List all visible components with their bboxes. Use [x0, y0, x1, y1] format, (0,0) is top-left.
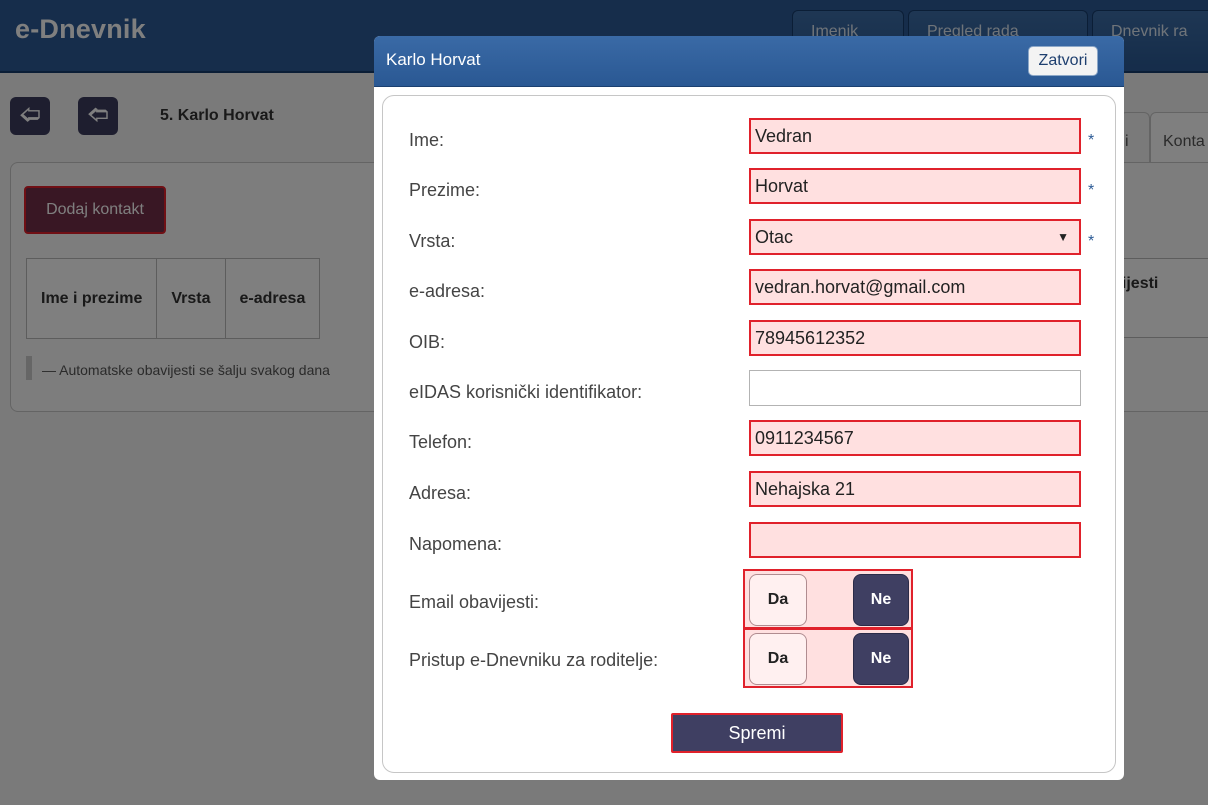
address-label: Adresa: [409, 483, 472, 503]
last-name-input[interactable]: Horvat [749, 168, 1081, 204]
required-marker: * [1088, 233, 1095, 250]
parent-access-yes-button[interactable]: Da [749, 633, 807, 685]
email-notifications-toggle: Da Ne [743, 569, 913, 629]
contact-form: Ime: Vedran * Prezime: Horvat * Vrsta: O… [382, 95, 1116, 773]
address-input[interactable]: Nehajska 21 [749, 471, 1081, 507]
email-input[interactable]: vedran.horvat@gmail.com [749, 269, 1081, 305]
required-marker: * [1088, 182, 1095, 199]
dropdown-arrow-icon: ▼ [1057, 230, 1069, 244]
contact-modal: Karlo Horvat Zatvori Ime: Vedran * Prezi… [374, 36, 1124, 780]
first-name-label: Ime: [409, 130, 445, 150]
parent-access-no-button[interactable]: Ne [853, 633, 909, 685]
email-notifications-label: Email obavijesti: [409, 592, 540, 612]
note-input[interactable] [749, 522, 1081, 558]
email-label: e-adresa: [409, 281, 486, 301]
oib-label: OIB: [409, 332, 446, 352]
last-name-label: Prezime: [409, 180, 481, 200]
parent-access-toggle: Da Ne [743, 628, 913, 688]
note-label: Napomena: [409, 534, 503, 554]
phone-label: Telefon: [409, 432, 473, 452]
type-label: Vrsta: [409, 231, 456, 251]
email-notifications-yes-button[interactable]: Da [749, 574, 807, 626]
parent-access-label: Pristup e-Dnevniku za roditelje: [409, 650, 659, 670]
close-button[interactable]: Zatvori [1028, 46, 1098, 76]
save-button[interactable]: Spremi [671, 713, 843, 753]
oib-input[interactable]: 78945612352 [749, 320, 1081, 356]
required-marker: * [1088, 132, 1095, 149]
first-name-input[interactable]: Vedran [749, 118, 1081, 154]
type-select[interactable]: Otac ▼ [749, 219, 1081, 255]
modal-header: Karlo Horvat Zatvori [374, 36, 1124, 87]
eidas-input[interactable] [749, 370, 1081, 406]
phone-input[interactable]: 0911234567 [749, 420, 1081, 456]
email-notifications-no-button[interactable]: Ne [853, 574, 909, 626]
type-select-value: Otac [755, 227, 794, 247]
eidas-label: eIDAS korisnički identifikator: [409, 382, 643, 402]
modal-title: Karlo Horvat [386, 50, 481, 69]
